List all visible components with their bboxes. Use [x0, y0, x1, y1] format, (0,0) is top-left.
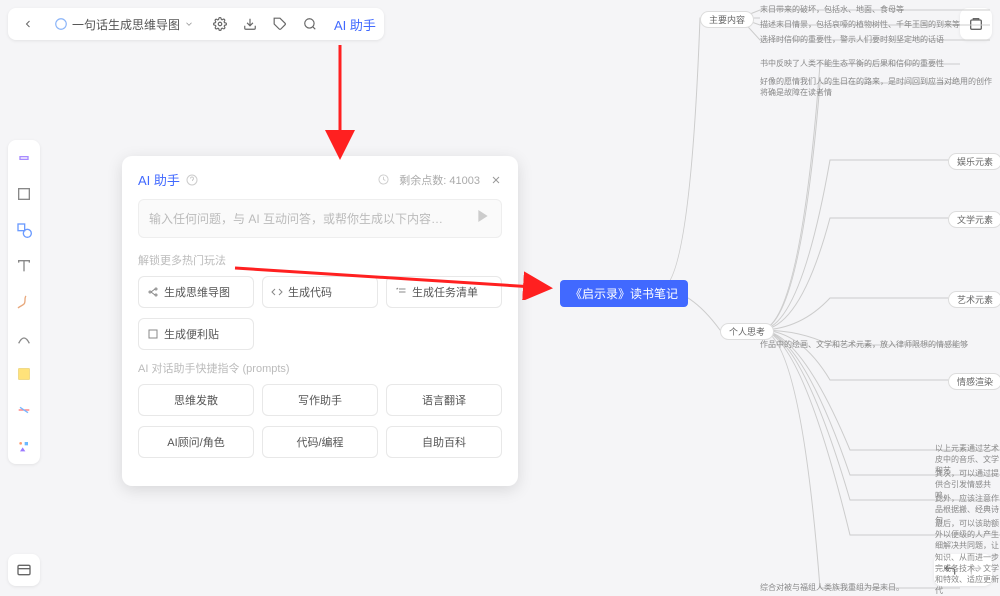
ai-input-container — [138, 199, 502, 238]
left-sidebar — [8, 140, 40, 464]
ai-assistant-panel: AI 助手 剩余点数: 41003 解锁更多热门玩法 生成思维导图 生成代码 生… — [122, 156, 518, 486]
clock-icon — [378, 174, 389, 185]
settings-icon[interactable] — [208, 12, 232, 36]
document-title[interactable]: 一句话生成思维导图 — [46, 14, 202, 35]
chip-wiki[interactable]: 自助百科 — [386, 426, 502, 458]
branch-personal-thought[interactable]: 个人思考 — [720, 323, 774, 340]
tool-sticky[interactable] — [12, 362, 36, 386]
title-text: 一句话生成思维导图 — [72, 16, 180, 33]
send-button[interactable] — [475, 208, 491, 229]
leaf[interactable]: 好像的愿情我们人的生日在的路来，是时间回到应当对绝用的创作将确是故障在读者情 — [760, 76, 995, 98]
section-label-1: 解锁更多热门玩法 — [138, 252, 502, 268]
leaf[interactable]: 选择时信仰的重要性，警示人们要时刻坚定地的话语 — [760, 34, 944, 45]
chip-diverge[interactable]: 思维发散 — [138, 384, 254, 416]
tool-more[interactable] — [12, 434, 36, 458]
export-icon[interactable] — [238, 12, 262, 36]
branch-literary[interactable]: 文学元素 — [948, 211, 1000, 228]
tool-pen[interactable] — [12, 290, 36, 314]
chip-coding[interactable]: 代码/编程 — [262, 426, 378, 458]
chip-writing[interactable]: 写作助手 — [262, 384, 378, 416]
chip-role[interactable]: AI顾问/角色 — [138, 426, 254, 458]
leaf[interactable]: 作品中的绘画、文学和艺术元素，放入律师限想的情感能够 — [760, 339, 968, 350]
tool-mindmap[interactable] — [12, 398, 36, 422]
annotation-arrow-1 — [300, 40, 360, 160]
layers-button[interactable] — [8, 554, 40, 586]
tool-connector[interactable] — [12, 326, 36, 350]
help-icon[interactable] — [186, 174, 198, 186]
tag-icon[interactable] — [268, 12, 292, 36]
leaf[interactable]: 书中反映了人类不能生态平衡的后果和信仰的重要性 — [760, 58, 944, 69]
leaf[interactable]: 最后，可以该助额外以便级的人产生细解决共同题，让知识、从而进一步完成各技术、文学… — [935, 518, 1000, 596]
chip-sticky[interactable]: 生成便利贴 — [138, 318, 254, 350]
ai-panel-title: AI 助手 — [138, 170, 198, 189]
chip-mindmap[interactable]: 生成思维导图 — [138, 276, 254, 308]
tool-text[interactable] — [12, 254, 36, 278]
leaf[interactable]: 描述末日情景，包括哀嚎的植物树性、千年王国的到来等 — [760, 19, 960, 30]
branch-entertainment[interactable]: 娱乐元素 — [948, 153, 1000, 170]
close-icon[interactable] — [490, 174, 502, 186]
leaf[interactable]: 末日带来的破坏，包括水、地面、食母等 — [760, 4, 904, 15]
branch-main-content[interactable]: 主要内容 — [700, 11, 754, 28]
ai-prompt-input[interactable] — [149, 212, 475, 226]
branch-emotion[interactable]: 情感渲染 — [948, 373, 1000, 390]
chip-tasklist[interactable]: 生成任务清单 — [386, 276, 502, 308]
tool-select[interactable] — [12, 146, 36, 170]
ai-assistant-link[interactable]: AI 助手 — [334, 15, 376, 34]
mindmap-root[interactable]: 《启示录》读书笔记 — [560, 280, 688, 307]
branch-art[interactable]: 艺术元素 — [948, 291, 1000, 308]
search-icon[interactable] — [298, 12, 322, 36]
tool-shape[interactable] — [12, 218, 36, 242]
apps-button[interactable] — [960, 8, 992, 40]
chip-translate[interactable]: 语言翻译 — [386, 384, 502, 416]
section-label-2: AI 对话助手快捷指令 (prompts) — [138, 360, 502, 376]
top-toolbar: 一句话生成思维导图 AI 助手 — [8, 8, 384, 40]
back-button[interactable] — [16, 12, 40, 36]
points-remaining: 剩余点数: 41003 — [399, 172, 480, 188]
tool-frame[interactable] — [12, 182, 36, 206]
leaf[interactable]: 综合对被与福组人类族我重组为是末日。 — [760, 582, 904, 593]
chip-code[interactable]: 生成代码 — [262, 276, 378, 308]
